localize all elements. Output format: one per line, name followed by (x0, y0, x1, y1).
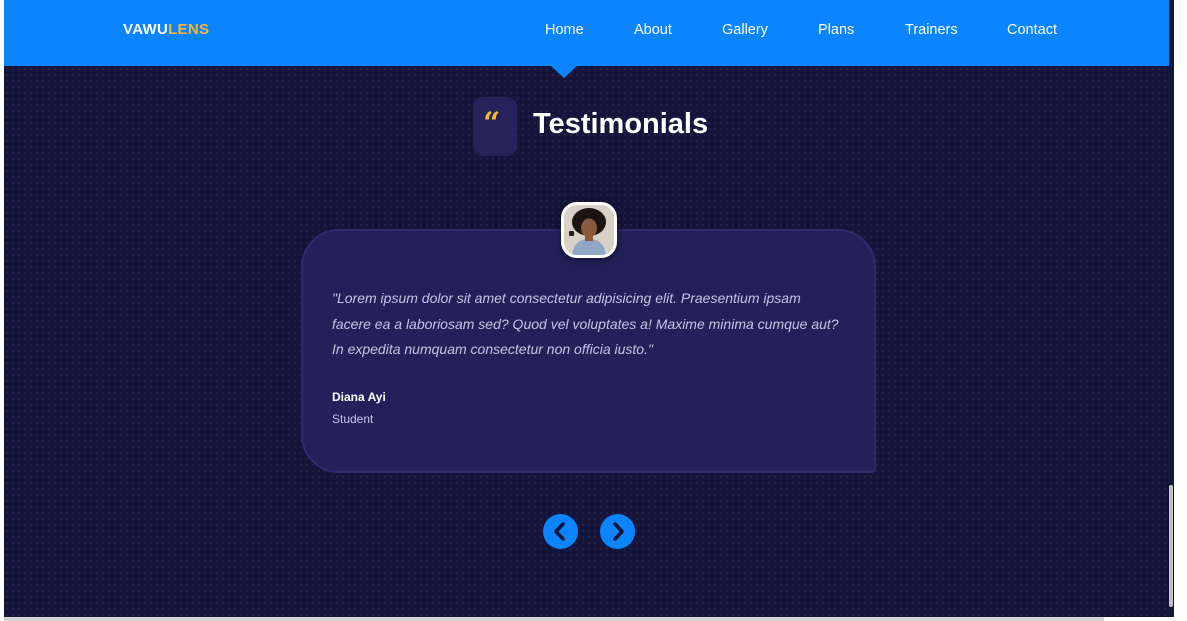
next-button[interactable] (600, 514, 635, 549)
quote-icon: “ (483, 106, 501, 141)
nav-gallery[interactable]: Gallery (722, 22, 768, 38)
active-nav-pointer (551, 66, 577, 78)
testimonial-role: Student (332, 412, 374, 426)
vertical-scrollbar-thumb[interactable] (1169, 485, 1173, 607)
nav-contact[interactable]: Contact (1007, 22, 1057, 38)
nav-trainers[interactable]: Trainers (905, 22, 958, 38)
brand-name-part2: LENS (168, 21, 210, 38)
chevron-right-icon (613, 522, 624, 541)
prev-button[interactable] (543, 514, 578, 549)
quote-badge: “ (473, 97, 517, 156)
navbar: VAWULENS Home About Gallery Plans Traine… (4, 0, 1174, 66)
brand-logo[interactable]: VAWULENS (123, 21, 209, 38)
horizontal-scrollbar[interactable] (4, 617, 1104, 621)
page: VAWULENS Home About Gallery Plans Traine… (4, 0, 1174, 617)
chevron-left-icon (554, 522, 565, 541)
nav-plans[interactable]: Plans (818, 22, 854, 38)
nav-about[interactable]: About (634, 22, 672, 38)
person-photo-icon (564, 205, 614, 255)
nav-home[interactable]: Home (545, 22, 584, 38)
brand-name-part1: VAWU (123, 21, 169, 38)
section-title: Testimonials (533, 108, 709, 140)
testimonial-author: Diana Ayi (332, 390, 386, 404)
avatar (561, 202, 617, 258)
testimonial-quote: "Lorem ipsum dolor sit amet consectetur … (332, 290, 839, 357)
